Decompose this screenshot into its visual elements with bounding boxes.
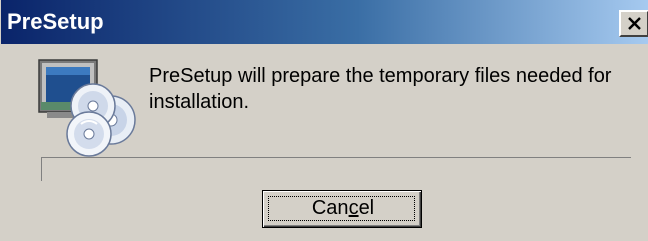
title-bar[interactable]: PreSetup xyxy=(1,0,648,44)
close-icon xyxy=(628,17,641,30)
cancel-button[interactable]: Cancel xyxy=(262,190,422,228)
presetup-dialog: PreSetup PreSetup will prepare the tempo… xyxy=(0,0,648,241)
window-title: PreSetup xyxy=(7,9,104,34)
cancel-button-label: Cancel xyxy=(311,197,375,219)
setup-discs-icon xyxy=(38,59,136,157)
progress-bar xyxy=(41,157,631,181)
close-button[interactable] xyxy=(619,10,648,37)
status-message: PreSetup will prepare the temporary file… xyxy=(149,65,612,113)
dialog-body: PreSetup will prepare the temporary file… xyxy=(1,44,648,241)
